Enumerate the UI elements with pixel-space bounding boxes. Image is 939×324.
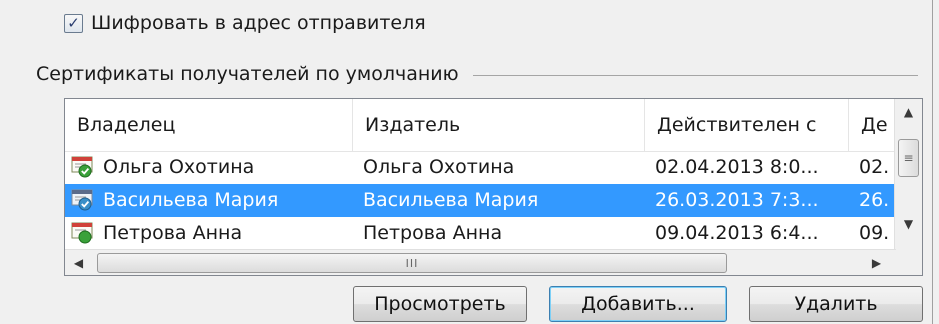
encrypt-checkbox[interactable]: ✓: [64, 13, 83, 33]
scroll-right-arrow-icon[interactable]: ▶: [863, 250, 890, 275]
list-rows: Ольга Охотина Ольга Охотина 02.04.2013 8…: [65, 151, 896, 251]
encrypt-label[interactable]: Шифровать в адрес отправителя: [91, 12, 426, 34]
delete-button[interactable]: Удалить: [749, 286, 923, 322]
scroll-down-arrow-icon[interactable]: ▼: [895, 211, 922, 237]
check-icon: ✓: [67, 13, 80, 32]
vertical-scrollbar[interactable]: ▲ ≡ ▼: [894, 99, 922, 251]
table-row-selected[interactable]: Васильева Мария Васильева Мария 26.03.20…: [65, 184, 896, 217]
cell-issuer: Васильева Мария: [363, 189, 539, 211]
cell-issuer: Ольга Охотина: [363, 156, 515, 178]
vertical-scroll-thumb[interactable]: ≡: [898, 139, 919, 177]
scroll-left-arrow-icon[interactable]: ◀: [65, 250, 92, 275]
scrollbar-corner: [895, 250, 922, 275]
recipients-group-header: Сертификаты получателей по умолчанию: [36, 60, 918, 88]
add-button[interactable]: Добавить...: [549, 286, 727, 322]
cell-valid-to: 02.: [859, 156, 890, 178]
cell-owner: Ольга Охотина: [103, 156, 255, 178]
encrypt-option[interactable]: ✓ Шифровать в адрес отправителя: [64, 10, 426, 36]
cell-valid-from: 02.04.2013 8:0...: [655, 156, 819, 178]
group-divider: [472, 74, 918, 76]
list-header: Владелец Издатель Действителен с Де: [65, 99, 896, 152]
horizontal-scrollbar[interactable]: ◀ III ▶: [65, 249, 896, 275]
column-header-valid-from[interactable]: Действителен с: [645, 99, 849, 151]
certificates-panel: ✓ Шифровать в адрес отправителя Сертифик…: [0, 0, 933, 324]
group-title: Сертификаты получателей по умолчанию: [36, 63, 459, 85]
scroll-up-arrow-icon[interactable]: ▲: [895, 99, 922, 125]
cell-valid-to: 26.: [859, 189, 890, 211]
column-header-owner[interactable]: Владелец: [65, 99, 353, 151]
certificates-list[interactable]: Владелец Издатель Действителен с Де Ольг…: [64, 98, 923, 276]
cell-owner: Петрова Анна: [103, 222, 243, 244]
column-header-issuer[interactable]: Издатель: [353, 99, 645, 151]
view-button[interactable]: Просмотреть: [353, 286, 527, 322]
cell-issuer: Петрова Анна: [363, 222, 503, 244]
cell-valid-from: 26.03.2013 7:3...: [655, 189, 819, 211]
cell-valid-to: 09.: [859, 222, 890, 244]
table-row[interactable]: Ольга Охотина Ольга Охотина 02.04.2013 8…: [65, 151, 896, 184]
cell-valid-from: 09.04.2013 6:4...: [655, 222, 819, 244]
horizontal-scroll-thumb[interactable]: III: [97, 253, 727, 273]
table-row[interactable]: Петрова Анна Петрова Анна 09.04.2013 6:4…: [65, 217, 896, 250]
cell-owner: Васильева Мария: [103, 189, 279, 211]
